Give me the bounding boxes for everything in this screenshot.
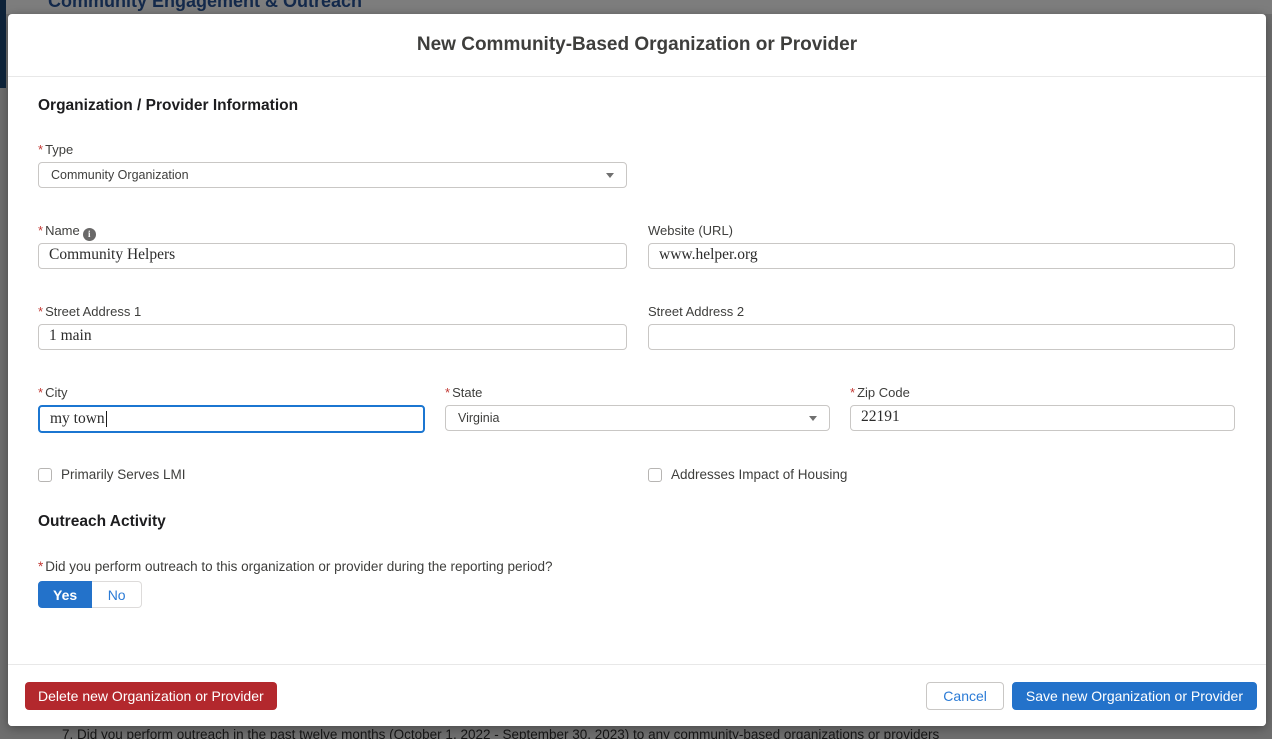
background-page-bottom-strip: 7. Did you perform outreach in the past … <box>0 726 1272 739</box>
no-button[interactable]: No <box>92 581 142 608</box>
street2-label: Street Address 2 <box>648 304 1235 320</box>
name-label: *Namei <box>38 223 627 239</box>
cancel-button[interactable]: Cancel <box>926 682 1004 710</box>
type-select-value: Community Organization <box>51 168 189 182</box>
save-button[interactable]: Save new Organization or Provider <box>1012 682 1257 710</box>
type-select[interactable]: Community Organization <box>38 162 627 188</box>
website-label: Website (URL) <box>648 223 1235 239</box>
street1-input[interactable] <box>38 324 627 350</box>
field-city: *City my town <box>38 385 425 433</box>
required-asterisk: * <box>38 142 43 157</box>
city-input[interactable]: my town <box>38 405 425 433</box>
field-primarily-serves-lmi: Primarily Serves LMI <box>38 467 627 482</box>
delete-button[interactable]: Delete new Organization or Provider <box>25 682 277 710</box>
row-name-website: *Namei Website (URL) <box>38 223 1235 269</box>
required-asterisk: * <box>38 385 43 400</box>
background-page-question: 7. Did you perform outreach in the past … <box>62 727 939 739</box>
required-asterisk: * <box>38 223 43 238</box>
background-page-title: Community Engagement & Outreach <box>48 0 362 12</box>
field-street2: Street Address 2 <box>648 304 1235 350</box>
new-org-modal: New Community-Based Organization or Prov… <box>8 14 1266 726</box>
section-heading-org-info: Organization / Provider Information <box>38 97 1235 115</box>
row-street: *Street Address 1 Street Address 2 <box>38 304 1235 350</box>
field-type: *Type Community Organization <box>38 142 627 188</box>
field-state: *State Virginia <box>445 385 830 433</box>
yes-button[interactable]: Yes <box>38 581 92 608</box>
outreach-question: *Did you perform outreach to this organi… <box>38 559 1235 574</box>
type-label: *Type <box>38 142 627 158</box>
chevron-down-icon <box>809 416 817 421</box>
street2-input[interactable] <box>648 324 1235 350</box>
row-checkboxes: Primarily Serves LMI Addresses Impact of… <box>38 467 1235 482</box>
outreach-toggle: Yes No <box>38 581 142 608</box>
modal-title: New Community-Based Organization or Prov… <box>417 34 857 56</box>
state-select-value: Virginia <box>458 411 499 425</box>
modal-body: Organization / Provider Information *Typ… <box>8 77 1266 608</box>
info-icon[interactable]: i <box>83 228 96 241</box>
chevron-down-icon <box>606 173 614 178</box>
city-input-value: my town <box>50 410 105 428</box>
state-select[interactable]: Virginia <box>445 405 830 431</box>
checkbox-addresses-impact-of-housing[interactable] <box>648 468 662 482</box>
name-input[interactable] <box>38 243 627 269</box>
field-name: *Namei <box>38 223 627 269</box>
zip-input[interactable] <box>850 405 1235 431</box>
zip-label: *Zip Code <box>850 385 1235 401</box>
checkbox-primarily-serves-lmi[interactable] <box>38 468 52 482</box>
primarily-serves-lmi-label: Primarily Serves LMI <box>61 467 186 482</box>
text-cursor <box>106 411 107 427</box>
addresses-impact-of-housing-label: Addresses Impact of Housing <box>671 467 847 482</box>
state-label: *State <box>445 385 830 401</box>
city-label: *City <box>38 385 425 401</box>
modal-header: New Community-Based Organization or Prov… <box>8 14 1266 77</box>
required-asterisk: * <box>38 559 43 574</box>
field-addresses-impact-of-housing: Addresses Impact of Housing <box>648 467 1235 482</box>
field-zip: *Zip Code <box>850 385 1235 433</box>
row-type: *Type Community Organization <box>38 142 1235 188</box>
background-page-top-strip: Community Engagement & Outreach <box>0 0 1272 14</box>
section-heading-outreach: Outreach Activity <box>38 513 1235 531</box>
background-sidebar-edge <box>0 0 6 88</box>
modal-footer: Delete new Organization or Provider Canc… <box>8 664 1266 726</box>
field-website: Website (URL) <box>648 223 1235 269</box>
required-asterisk: * <box>38 304 43 319</box>
field-street1: *Street Address 1 <box>38 304 627 350</box>
website-input[interactable] <box>648 243 1235 269</box>
required-asterisk: * <box>850 385 855 400</box>
required-asterisk: * <box>445 385 450 400</box>
row-city-state-zip: *City my town *State Virginia *Zip Code <box>38 385 1235 433</box>
street1-label: *Street Address 1 <box>38 304 627 320</box>
